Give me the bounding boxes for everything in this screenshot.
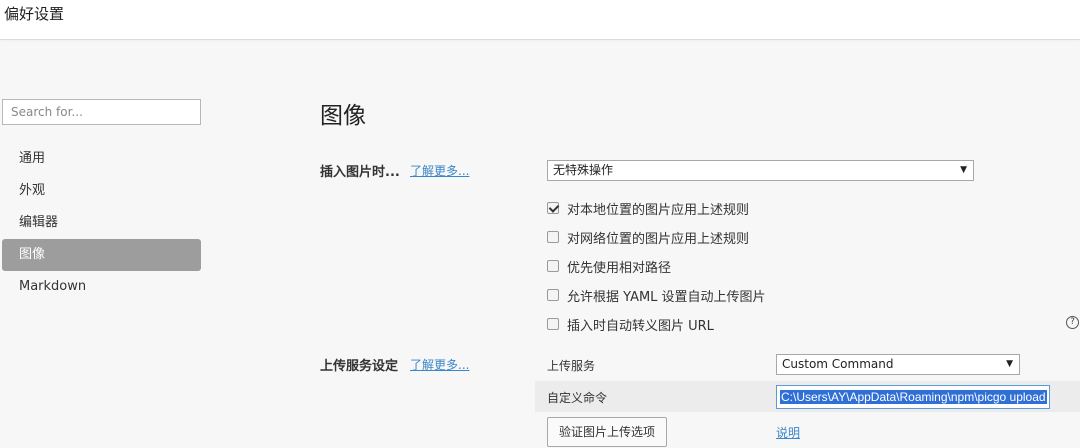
option-label: 对网络位置的图片应用上述规则	[567, 231, 750, 247]
option-apply-local[interactable]: 对本地位置的图片应用上述规则	[547, 199, 750, 218]
insert-action-select[interactable]: 无特殊操作 ▼	[547, 160, 974, 181]
page-title: 图像	[320, 103, 366, 129]
checkbox-icon[interactable]	[547, 260, 559, 272]
triangle-down-icon: ▼	[1006, 359, 1013, 369]
option-escape-url[interactable]: 插入时自动转义图片 URL	[547, 315, 714, 334]
custom-command-value: C:\Users\AY\AppData\Roaming\npm\picgo up…	[780, 390, 1047, 404]
insert-image-section-label: 插入图片时...	[320, 165, 400, 180]
option-label: 允许根据 YAML 设置自动上传图片	[567, 289, 766, 305]
custom-command-label: 自定义命令	[547, 391, 608, 405]
question-circle-icon[interactable]: ?	[1066, 316, 1079, 329]
sidebar-item-appearance[interactable]: 外观	[2, 175, 201, 207]
option-label: 优先使用相对路径	[567, 260, 672, 276]
checkbox-icon[interactable]	[547, 289, 559, 301]
option-label: 对本地位置的图片应用上述规则	[567, 202, 750, 218]
title-bar: 偏好设置	[0, 0, 1080, 40]
checkbox-checked-icon[interactable]	[547, 202, 559, 214]
sidebar-nav: 通用 外观 编辑器 图像 Markdown	[2, 143, 201, 303]
checkbox-icon[interactable]	[547, 318, 559, 330]
upload-service-label: 上传服务	[547, 359, 596, 373]
option-yaml-upload[interactable]: 允许根据 YAML 设置自动上传图片	[547, 286, 766, 305]
insert-action-select-value: 无特殊操作	[553, 163, 614, 177]
checkbox-icon[interactable]	[547, 231, 559, 243]
upload-section-label: 上传服务设定	[320, 359, 399, 374]
triangle-down-icon: ▼	[960, 165, 967, 175]
option-apply-network[interactable]: 对网络位置的图片应用上述规则	[547, 228, 750, 247]
option-label: 插入时自动转义图片 URL	[567, 318, 714, 334]
sidebar-item-markdown[interactable]: Markdown	[2, 271, 201, 303]
sidebar-item-editor[interactable]: 编辑器	[2, 207, 201, 239]
verify-upload-button[interactable]: 验证图片上传选项	[547, 417, 667, 447]
sidebar-item-general[interactable]: 通用	[2, 143, 201, 175]
upload-learn-more-link[interactable]: 了解更多...	[410, 356, 469, 373]
window-title: 偏好设置	[4, 5, 65, 23]
option-relative-path[interactable]: 优先使用相对路径	[547, 257, 672, 276]
docs-link[interactable]: 说明	[776, 424, 800, 441]
custom-command-input[interactable]: C:\Users\AY\AppData\Roaming\npm\picgo up…	[776, 385, 1050, 409]
insert-learn-more-link[interactable]: 了解更多...	[410, 162, 469, 179]
search-input[interactable]	[2, 99, 201, 125]
upload-service-select-value: Custom Command	[782, 357, 894, 371]
sidebar-item-image[interactable]: 图像	[2, 239, 201, 271]
upload-service-select[interactable]: Custom Command ▼	[776, 354, 1020, 375]
